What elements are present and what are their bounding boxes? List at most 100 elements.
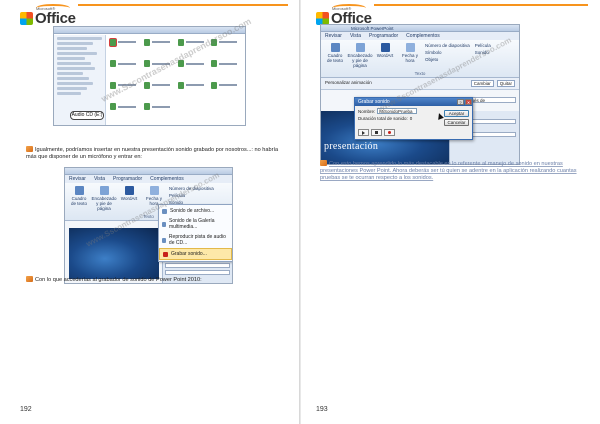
tab-vista[interactable]: Vista (94, 176, 105, 182)
duration-label: Duración total de sonido: (358, 116, 408, 121)
bullet-icon (26, 276, 33, 282)
file-item (143, 102, 174, 112)
textbox-icon (74, 186, 84, 195)
wordart-button[interactable]: WordArt (119, 186, 139, 201)
transport-controls (358, 129, 395, 136)
file-item (143, 59, 174, 69)
movie-button[interactable]: Película (169, 193, 214, 198)
record-button[interactable] (384, 129, 395, 136)
cd-icon (162, 237, 166, 243)
insert-menu-screenshot: Revisar Vista Programador Complementos C… (64, 167, 233, 284)
record-icon (163, 251, 168, 257)
tab-programador[interactable]: Programador (113, 176, 142, 182)
tab-revisar[interactable]: Revisar (325, 33, 342, 39)
tab-programador[interactable]: Programador (369, 33, 398, 39)
menu-item-gallery-sound[interactable]: Sonido de la Galería multimedia... (159, 216, 232, 232)
movie-button[interactable]: Película (475, 43, 491, 48)
page-number-right: 193 (316, 406, 328, 413)
file-item (177, 80, 208, 90)
object-button[interactable]: Objeto (425, 57, 470, 62)
file-item (110, 59, 140, 69)
menu-item-record-sound[interactable]: Grabar sonido... (159, 248, 232, 260)
cancel-button[interactable]: Cancelar (444, 119, 469, 126)
textbox-button[interactable]: Cuadro de texto (325, 43, 345, 63)
date-time-button[interactable]: Fecha y hora (144, 186, 164, 206)
audio-file-icon (110, 103, 116, 110)
file-item (143, 37, 174, 47)
change-button[interactable]: Cambiar (470, 80, 494, 87)
header-rule-right (374, 4, 588, 6)
dialog-titlebar: Grabar sonido ? ✕ (355, 98, 472, 106)
ribbon-tabs: Revisar Vista Programador Complementos (65, 175, 232, 183)
wordart-button[interactable]: WordArt (375, 43, 395, 58)
audio-file-icon (177, 81, 184, 89)
audio-file-icon (211, 38, 218, 46)
slide-number-button[interactable]: Número de diapositiva (425, 43, 470, 48)
ribbon: Cuadro de texto Encabezado y pie de pági… (321, 40, 519, 78)
name-input[interactable]: MiSonidoPrueba (377, 108, 418, 114)
symbol-button[interactable]: Símbolo (425, 50, 470, 55)
ppt-titlebar (65, 168, 232, 175)
menu-item-sound-file[interactable]: Sonido de archivo... (159, 206, 232, 216)
audio-file-icon (211, 60, 218, 67)
pane-title: Personalizar animación (325, 80, 372, 85)
audio-cd-label: Audio CD (E:) (70, 111, 104, 120)
header-footer-button[interactable]: Encabezado y pie de página (347, 43, 373, 68)
audio-file-icon (143, 103, 150, 110)
slide-title: presentación (324, 141, 379, 152)
tab-vista[interactable]: Vista (350, 33, 361, 39)
header-footer-button[interactable]: Encabezado y pie de página (91, 186, 117, 211)
close-icon[interactable]: ✕ (465, 99, 472, 105)
audio-file-icon (110, 38, 116, 46)
ok-button[interactable]: Aceptar (444, 110, 469, 117)
header-footer-icon (99, 186, 109, 195)
duration-value: 0 (409, 116, 413, 121)
slide-number-button[interactable]: Número de diapositiva (169, 186, 214, 191)
paragraph-recorder: Con lo que accederías al grabador de son… (26, 276, 284, 284)
logo-office-label: Office (35, 10, 76, 27)
audio-file-icon (143, 81, 150, 89)
ppt-titlebar: Microsoft PowerPoint (321, 25, 519, 32)
file-grid (110, 37, 241, 121)
wordart-icon (380, 43, 390, 52)
tab-complementos[interactable]: Complementos (150, 176, 184, 182)
audio-file-icon (177, 38, 184, 46)
date-time-icon (149, 186, 159, 195)
animation-toolbar: Personalizar animación Cambiar Quitar (321, 78, 519, 90)
bullet-icon (320, 160, 327, 166)
tab-complementos[interactable]: Complementos (406, 33, 440, 39)
file-item (177, 37, 208, 47)
file-item (177, 59, 208, 69)
left-page: Microsoft® Office Audio CD (E:) Igualmen… (0, 0, 300, 424)
tab-revisar[interactable]: Revisar (69, 176, 86, 182)
record-icon (388, 131, 391, 134)
name-label: Nombre: (358, 108, 376, 114)
textbox-button[interactable]: Cuadro de texto (69, 186, 89, 206)
paragraph-conclusion: Con esto hemos aprendido lo más destacab… (320, 160, 577, 181)
record-sound-dialog: Grabar sonido ? ✕ Nombre: MiSonidoPrueba… (354, 97, 473, 140)
help-icon[interactable]: ? (457, 99, 464, 105)
speed-field[interactable] (165, 270, 230, 275)
property-field[interactable] (165, 263, 230, 268)
book-spread: Microsoft® Office Audio CD (E:) Igualmen… (0, 0, 600, 424)
remove-button[interactable]: Quitar (496, 80, 515, 87)
logo-swoosh-icon (332, 4, 366, 12)
logo-swoosh-icon (36, 4, 70, 12)
stop-button[interactable] (371, 129, 382, 136)
ribbon-tabs: Revisar Vista Programador Complementos (321, 32, 519, 40)
date-time-button[interactable]: Fecha y hora (400, 43, 420, 63)
file-item (110, 80, 140, 90)
play-button[interactable] (358, 129, 369, 136)
sound-file-icon (162, 208, 167, 214)
file-item (211, 59, 241, 69)
file-item (110, 102, 140, 112)
sound-button[interactable]: Sonido (475, 50, 491, 55)
page-number-left: 192 (20, 406, 32, 413)
explorer-titlebar (54, 27, 245, 34)
header-rule (78, 4, 288, 6)
file-item (211, 80, 241, 90)
gallery-icon (162, 221, 166, 227)
menu-item-cd-track[interactable]: Reproducir pista de audio de CD... (159, 232, 232, 248)
sound-dropdown-menu: Sonido de archivo... Sonido de la Galerí… (158, 204, 232, 262)
audio-file-icon (143, 60, 150, 67)
